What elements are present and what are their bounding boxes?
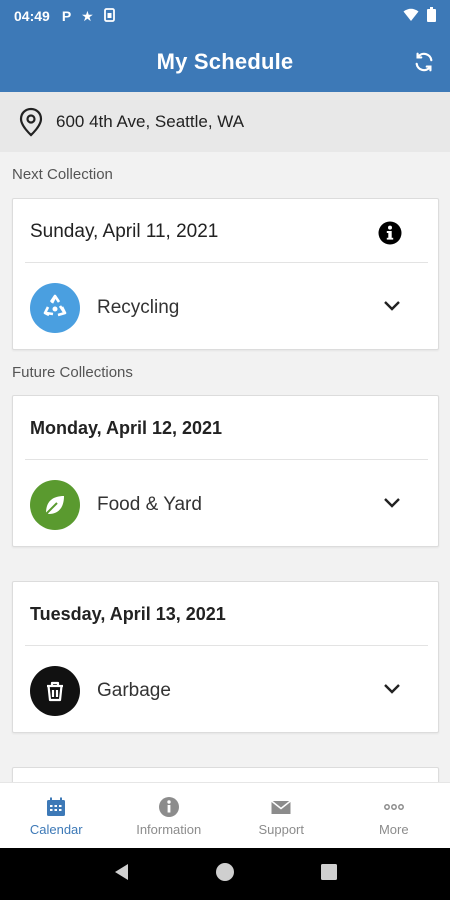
collection-date: Tuesday, April 13, 2021 [30, 604, 226, 624]
home-icon[interactable] [214, 861, 236, 888]
card-divider [25, 262, 428, 263]
collection-date: Monday, April 12, 2021 [30, 418, 223, 438]
info-icon [158, 796, 180, 818]
chevron-down-icon[interactable] [382, 682, 402, 696]
location-bar[interactable]: 600 4th Ave, Seattle, WA [0, 92, 450, 152]
calendar-icon [45, 796, 67, 818]
card-divider [25, 645, 428, 646]
leaf-icon [30, 480, 80, 530]
nav-label: Support [258, 822, 305, 837]
more-dots-icon [383, 796, 405, 818]
back-icon[interactable] [112, 862, 130, 887]
location-pin-icon [18, 107, 44, 137]
bottom-navigation: Calendar Information Support More [0, 782, 450, 848]
card-divider [25, 459, 428, 460]
battery-icon [427, 7, 436, 25]
page-title: My Schedule [156, 49, 294, 74]
nav-label: Calendar [29, 822, 83, 837]
chevron-down-icon[interactable] [382, 496, 402, 510]
app-header: My Schedule [0, 32, 450, 92]
nav-label: Information [136, 822, 202, 837]
recents-icon[interactable] [320, 863, 338, 886]
trash-can-icon [30, 666, 80, 716]
collection-card-food-yard[interactable]: Monday, April 12, 2021 Food & Yard [12, 395, 439, 547]
location-address: 600 4th Ave, Seattle, WA [56, 112, 245, 131]
collection-type: Recycling [97, 297, 180, 318]
wifi-icon [403, 8, 419, 25]
parking-icon: P [61, 8, 72, 24]
envelope-icon [270, 796, 292, 818]
nav-support[interactable]: Support [225, 783, 338, 848]
collection-date: Sunday, April 11, 2021 [30, 221, 219, 242]
nav-calendar[interactable]: Calendar [0, 783, 113, 848]
sim-icon [103, 8, 115, 24]
nav-label: More [378, 822, 409, 837]
nav-information[interactable]: Information [113, 783, 226, 848]
collection-type: Garbage [97, 680, 171, 701]
collection-type: Food & Yard [97, 494, 202, 515]
collection-card-garbage[interactable]: Tuesday, April 13, 2021 Garbage [12, 581, 439, 733]
chevron-down-icon[interactable] [382, 299, 402, 313]
nav-more[interactable]: More [338, 783, 450, 848]
next-collection-heading: Next Collection [12, 166, 113, 183]
collection-card-recycling[interactable]: Sunday, April 11, 2021 Recycling [12, 198, 439, 350]
recycle-icon [30, 283, 80, 333]
status-time: 04:49 [14, 8, 50, 24]
status-bar: 04:49 P ★ [0, 0, 450, 32]
system-navigation-bar [0, 848, 450, 900]
future-collections-heading: Future Collections [12, 364, 133, 381]
refresh-icon[interactable] [410, 48, 438, 76]
star-icon: ★ [81, 8, 94, 24]
info-icon[interactable] [378, 221, 402, 245]
